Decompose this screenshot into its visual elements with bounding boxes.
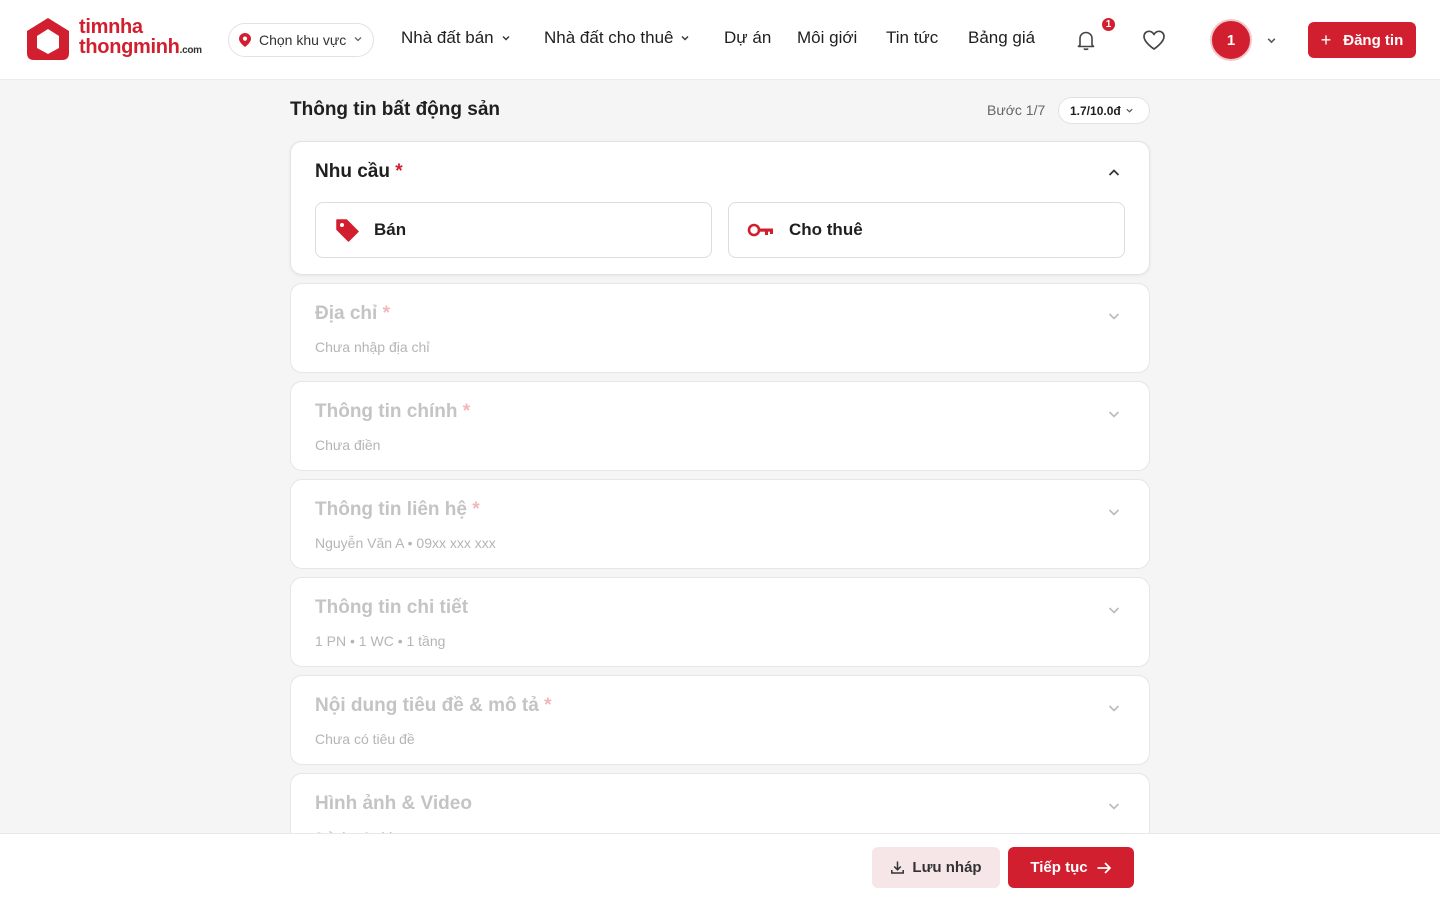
section-summary: Chưa điền [315,437,381,453]
chevron-down-icon [502,36,510,41]
section-title-text: Hình ảnh & Video [315,793,472,814]
required-marker: * [544,695,552,716]
nav-nha-dat-ban[interactable]: Nhà đất bán [401,28,511,48]
section-summary: 1 PN • 1 WC • 1 tầng [315,633,446,649]
top-header: timnha thongminh.com Chọn khu vực Nhà đấ… [0,0,1440,80]
chevron-down-icon [681,36,689,41]
nav-label: Tin tức [886,28,939,47]
nav-nha-dat-cho-thue[interactable]: Nhà đất cho thuê [544,28,690,48]
chevron-up-icon[interactable] [1107,166,1121,180]
page-title: Thông tin bất động sản [290,99,501,120]
section-summary: Chưa có tiêu đề [315,731,415,747]
chevron-down-icon[interactable] [1266,35,1277,46]
continue-label: Tiếp tục [1030,859,1088,876]
continue-button[interactable]: Tiếp tục [1008,847,1134,888]
need-option-sell[interactable]: Bán [315,202,712,258]
need-section-title: Nhu cầu * [315,161,403,183]
price-value: 1.7/10.0đ [1070,103,1121,118]
nav-label: Môi giới [797,28,858,47]
section-summary: Nguyễn Văn A • 09xx xxx xxx [315,535,496,551]
need-option-rent-label: Cho thuê [789,220,863,239]
section-title: Thông tin chính * [315,401,470,423]
section-title: Thông tin chi tiết [315,597,468,619]
nav-du-an[interactable]: Dự án [724,28,771,48]
nav-label: Nhà đất cho thuê [544,28,674,47]
logo-line-2-text: thongminh [79,36,180,58]
nav-tin-tuc[interactable]: Tin tức [886,28,938,48]
map-pin-icon [239,33,251,47]
price-tag-icon [336,219,359,242]
arrow-right-icon [1097,861,1111,874]
user-avatar[interactable]: 1 [1210,19,1252,61]
main-info-section[interactable]: Thông tin chính * Chưa điền [290,381,1150,471]
need-option-rent[interactable]: Cho thuê [728,202,1125,258]
chevron-down-icon[interactable] [1107,799,1121,813]
logo-suffix: .com [179,45,202,56]
chevron-down-icon [1126,108,1133,113]
heart-icon[interactable] [1141,28,1167,52]
required-marker: * [382,303,390,324]
chevron-down-icon[interactable] [1107,505,1121,519]
detail-info-section[interactable]: Thông tin chi tiết 1 PN • 1 WC • 1 tầng [290,577,1150,667]
address-section[interactable]: Địa chỉ * Chưa nhập địa chỉ [290,283,1150,373]
logo-wordmark: timnha thongminh.com [79,17,202,61]
plus-icon: + [1320,29,1332,50]
post-listing-label: Đăng tin [1343,31,1404,49]
section-title-text: Thông tin chính [315,401,458,422]
section-title: Thông tin liên hệ * [315,499,480,521]
section-title-text: Thông tin chi tiết [315,597,469,618]
step-indicator: Bước 1/7 [987,102,1046,118]
need-option-sell-label: Bán [374,220,407,239]
site-logo[interactable]: timnha thongminh.com [25,16,202,62]
house-logo-icon [27,18,69,60]
required-marker: * [462,401,471,422]
need-section: Nhu cầu * Bán Cho thuê [290,141,1150,275]
chevron-down-icon[interactable] [1107,701,1121,715]
need-title-text: Nhu cầu [315,161,390,182]
nav-label: Nhà đất bán [401,28,494,47]
logo-line-2: thongminh.com [79,37,202,61]
section-title-text: Thông tin liên hệ [315,499,467,520]
chevron-down-icon[interactable] [1107,603,1121,617]
section-summary: Chưa nhập địa chỉ [315,339,430,355]
bell-icon[interactable] [1074,28,1098,52]
post-listing-button[interactable]: + Đăng tin [1308,22,1416,58]
save-draft-label: Lưu nháp [912,859,982,876]
section-title-text: Nội dung tiêu đề & mô tả [315,695,539,716]
logo-line-1: timnha [79,16,143,38]
nav-label: Dự án [724,28,772,47]
required-marker: * [472,499,480,520]
region-label: Chọn khu vực [259,32,347,48]
key-icon [747,223,773,237]
required-marker: * [395,161,403,182]
notification-badge: 1 [1101,17,1116,32]
section-title-text: Địa chỉ [315,303,378,324]
region-selector[interactable]: Chọn khu vực [228,23,374,57]
download-icon [891,861,905,874]
title-description-section[interactable]: Nội dung tiêu đề & mô tả * Chưa có tiêu … [290,675,1150,765]
bottom-action-bar: Lưu nháp Tiếp tục [0,833,1440,900]
section-title: Nội dung tiêu đề & mô tả * [315,695,551,717]
price-selector[interactable]: 1.7/10.0đ [1058,97,1150,124]
contact-info-section[interactable]: Thông tin liên hệ * Nguyễn Văn A • 09xx … [290,479,1150,569]
nav-label: Bảng giá [968,28,1036,47]
nav-moi-gioi[interactable]: Môi giới [797,28,857,48]
chevron-down-icon[interactable] [1107,407,1121,421]
section-title: Hình ảnh & Video [315,793,472,815]
chevron-down-icon[interactable] [1107,309,1121,323]
save-draft-button[interactable]: Lưu nháp [872,847,1000,888]
section-title: Địa chỉ * [315,303,390,325]
chevron-down-icon [354,37,362,42]
nav-bang-gia[interactable]: Bảng giá [968,28,1035,48]
